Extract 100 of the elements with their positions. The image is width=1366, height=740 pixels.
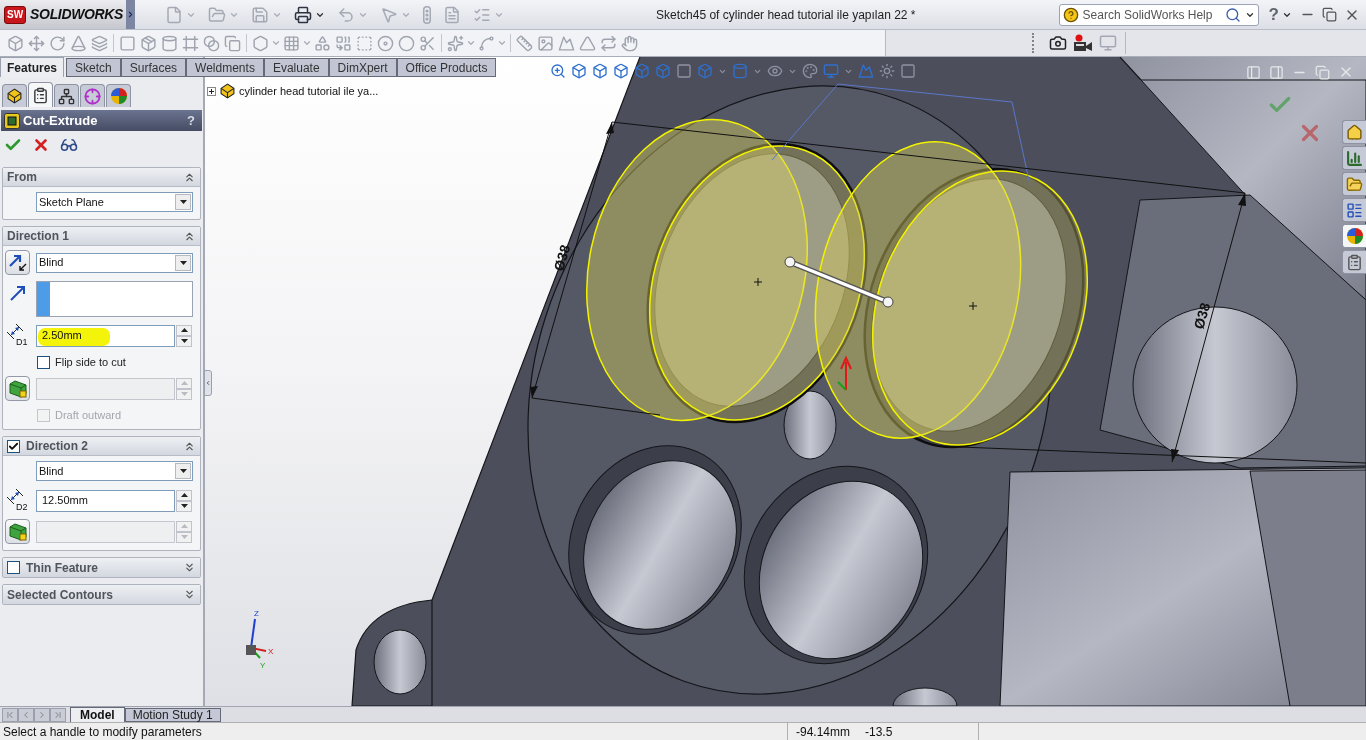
group-header[interactable]: Selected Contours	[3, 585, 200, 604]
group-header[interactable]: From	[3, 168, 200, 187]
depth-input[interactable]: 12.50mm	[36, 489, 175, 512]
depth-input[interactable]: 2.50mm	[36, 324, 175, 347]
monitor-icon[interactable]	[1099, 34, 1117, 52]
window-title: Sketch45 of cylinder head tutorial ile yapılan 22 *	[656, 6, 916, 24]
camera-icon[interactable]	[1049, 34, 1067, 52]
menu-expand-tab[interactable]	[126, 0, 135, 29]
dimension-label[interactable]: Ø38	[1190, 300, 1214, 331]
command-tab[interactable]: Office Products	[396, 58, 497, 77]
expand-chevrons-icon[interactable]	[183, 588, 196, 601]
axis-label: X	[268, 647, 274, 656]
command-tab[interactable]: Evaluate	[263, 58, 329, 77]
toolbar-grip[interactable]	[1032, 33, 1035, 53]
triad-axes-icon	[246, 618, 267, 659]
axis-label: Y	[260, 661, 266, 670]
task-pane-tab[interactable]	[1342, 250, 1366, 274]
panel-collapse-handle[interactable]	[204, 370, 212, 396]
restore-icon[interactable]	[1315, 64, 1330, 80]
tab-scroll-button[interactable]	[18, 708, 34, 722]
task-pane-tab[interactable]	[1342, 120, 1366, 144]
command-tab[interactable]: Surfaces	[120, 58, 187, 77]
tab-scroll-button[interactable]	[50, 708, 66, 722]
draft-box-icon	[8, 522, 27, 541]
mountain-icon[interactable]	[858, 63, 874, 79]
eye-icon[interactable]	[767, 63, 783, 79]
glasses-icon[interactable]	[60, 136, 78, 154]
dropdown[interactable]: Blind	[36, 252, 193, 273]
caret-down-icon	[179, 469, 187, 473]
square-icon[interactable]	[676, 63, 692, 79]
caret-right-icon	[126, 10, 135, 19]
monitor-icon[interactable]	[823, 63, 839, 79]
tab-scroll-button[interactable]	[34, 708, 50, 722]
draft-button[interactable]	[5, 376, 30, 401]
group-title: From	[7, 169, 38, 186]
dimension-label[interactable]: Ø38	[550, 242, 574, 273]
expand-plus-icon[interactable]	[207, 86, 216, 96]
zoom-icon[interactable]	[550, 63, 566, 79]
dropdown[interactable]: Sketch Plane	[36, 192, 193, 212]
group-header[interactable]: Thin Feature	[3, 558, 200, 577]
drag-handle[interactable]	[784, 256, 894, 308]
command-tab[interactable]: Features	[0, 57, 65, 77]
help-bubble-icon	[1062, 6, 1079, 23]
checkbox[interactable]	[7, 439, 20, 453]
tile-right-icon[interactable]	[1269, 64, 1284, 80]
coordinate-readout: -94.14mm	[796, 723, 851, 740]
spin-down-button[interactable]	[176, 335, 192, 347]
dropdown-button[interactable]	[175, 194, 191, 210]
square-icon[interactable]	[900, 63, 916, 79]
restore-icon[interactable]	[1322, 7, 1337, 22]
task-pane-tab[interactable]	[1342, 146, 1366, 170]
skip-end-icon	[53, 710, 63, 720]
sun-icon[interactable]	[879, 63, 895, 79]
manager-tab[interactable]	[2, 84, 27, 107]
group-header[interactable]: Direction 2	[3, 437, 200, 456]
printer-icon[interactable]	[294, 5, 312, 24]
reverse-direction-button[interactable]	[5, 250, 30, 275]
tab-scroll-button[interactable]	[2, 708, 18, 722]
selection-box[interactable]	[36, 281, 193, 317]
spin-down-button[interactable]	[176, 500, 192, 512]
house-icon	[1346, 123, 1363, 141]
help-button[interactable]: ?	[1268, 1, 1279, 28]
center-mark-icon	[968, 301, 978, 311]
checkbox-label: Draft outward	[55, 407, 122, 423]
manager-tab[interactable]	[28, 82, 53, 107]
document-tab[interactable]: Motion Study 1	[124, 708, 221, 722]
checkbox[interactable]	[37, 355, 50, 369]
palette-icon[interactable]	[802, 63, 818, 79]
spin-up-button[interactable]	[176, 489, 192, 501]
draft-box-icon	[8, 379, 27, 398]
help-button[interactable]: ?	[183, 110, 199, 131]
task-pane-tab[interactable]	[1342, 198, 1366, 222]
dropdown[interactable]: Blind	[36, 461, 193, 481]
block-icon	[220, 83, 235, 100]
dropdown-button[interactable]	[175, 254, 191, 271]
document-tab[interactable]: Model	[70, 707, 125, 722]
cube-icon[interactable]	[634, 63, 650, 79]
caret-up-icon	[180, 493, 188, 497]
search-icon[interactable]	[1224, 6, 1241, 23]
tile-left-icon[interactable]	[1246, 64, 1261, 80]
feature-tree-item[interactable]: cylinder head tutorial ile ya...	[239, 83, 379, 100]
expand-chevrons-icon[interactable]	[183, 561, 196, 574]
caret-up-icon	[180, 524, 188, 528]
command-tab[interactable]: DimXpert	[328, 58, 397, 77]
cylinder-icon[interactable]	[732, 63, 748, 79]
search-field[interactable]: Search SolidWorks Help	[1058, 3, 1259, 26]
command-tab[interactable]: Weldments	[186, 58, 264, 77]
clipboard-icon	[32, 86, 49, 104]
checkbox[interactable]	[7, 561, 20, 574]
diagonal-arrow-icon	[10, 285, 26, 301]
group-header[interactable]: Direction 1	[3, 227, 200, 246]
spin-up-button[interactable]	[176, 324, 192, 336]
task-pane-tab[interactable]	[1342, 172, 1366, 196]
manager-tab[interactable]	[54, 84, 79, 107]
draft-button[interactable]	[5, 519, 30, 544]
video-camera-icon[interactable]	[1073, 34, 1093, 52]
command-tab[interactable]: Sketch	[66, 58, 121, 77]
cross-icon[interactable]	[32, 136, 50, 154]
dropdown-button[interactable]	[175, 463, 191, 479]
task-pane-tab[interactable]	[1342, 224, 1366, 248]
